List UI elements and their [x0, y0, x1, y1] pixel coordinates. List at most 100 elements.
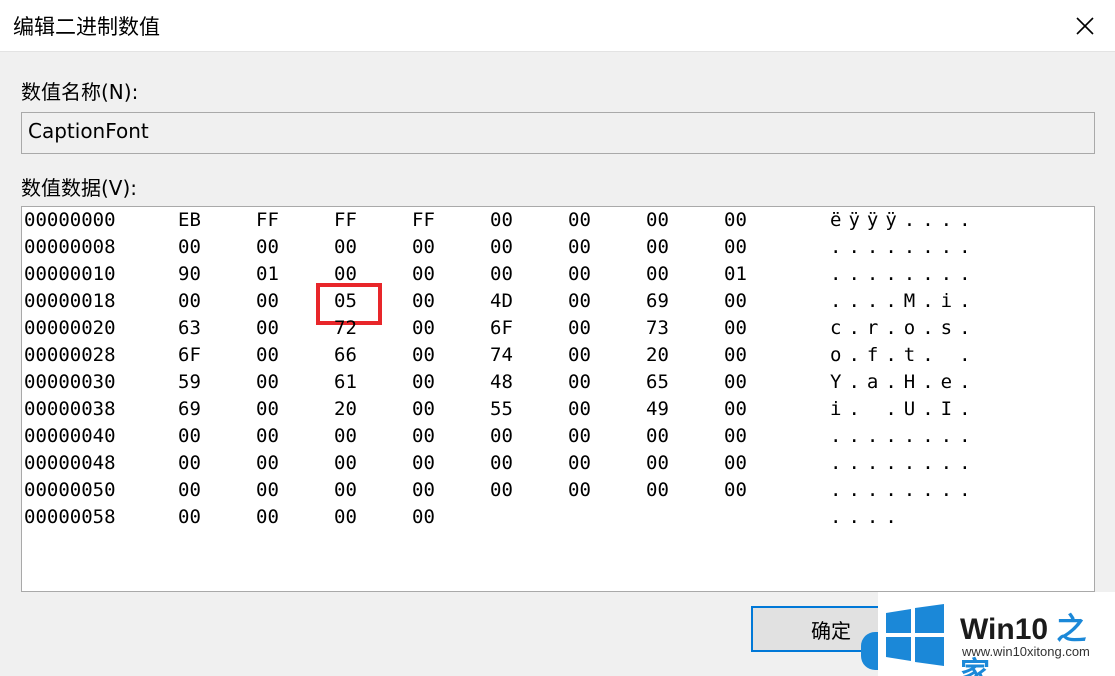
hex-byte[interactable]: 65 [646, 371, 669, 393]
hex-byte[interactable]: 66 [334, 344, 357, 366]
hex-byte[interactable]: 00 [724, 452, 747, 474]
hex-row[interactable]: 00000008 00 00 00 00 00 00 00 00........ [22, 234, 1094, 261]
hex-byte[interactable]: 00 [568, 290, 591, 312]
hex-row[interactable]: 00000048 00 00 00 00 00 00 00 00........ [22, 450, 1094, 477]
hex-byte[interactable]: 00 [568, 371, 591, 393]
hex-byte[interactable]: 00 [646, 452, 669, 474]
hex-byte[interactable]: 00 [646, 236, 669, 258]
hex-byte[interactable]: 00 [646, 479, 669, 501]
hex-row[interactable]: 00000030 59 00 61 00 48 00 65 00 Y.a.H.e. [22, 369, 1094, 396]
hex-byte[interactable]: 00 [412, 290, 435, 312]
hex-byte[interactable]: 00 [568, 425, 591, 447]
hex-byte[interactable]: 00 [724, 290, 747, 312]
hex-byte[interactable]: 00 [724, 317, 747, 339]
hex-byte[interactable]: 00 [490, 236, 513, 258]
hex-byte[interactable]: 00 [490, 479, 513, 501]
hex-byte[interactable]: 63 [178, 317, 201, 339]
hex-byte[interactable]: 00 [724, 479, 747, 501]
hex-byte[interactable]: FF [412, 209, 435, 231]
hex-row[interactable]: 00000010 90 01 00 00 00 00 00 01........ [22, 261, 1094, 288]
hex-byte[interactable]: 01 [724, 263, 747, 285]
hex-byte[interactable]: 00 [178, 290, 201, 312]
hex-byte[interactable]: 00 [178, 425, 201, 447]
hex-byte[interactable]: 74 [490, 344, 513, 366]
hex-byte[interactable]: 20 [646, 344, 669, 366]
hex-byte[interactable]: 00 [412, 506, 435, 528]
hex-editor[interactable]: 00000000 EB FF FF FF 00 00 00 00 ëÿÿÿ.... 00000008… [21, 206, 1095, 592]
hex-byte[interactable]: 00 [256, 398, 279, 420]
hex-byte[interactable]: 00 [178, 479, 201, 501]
hex-byte[interactable]: 55 [490, 398, 513, 420]
hex-byte[interactable]: 6F [490, 317, 513, 339]
hex-byte[interactable]: 00 [568, 263, 591, 285]
hex-byte[interactable]: 00 [490, 263, 513, 285]
hex-byte[interactable]: 00 [334, 479, 357, 501]
hex-byte[interactable]: 00 [256, 290, 279, 312]
hex-byte[interactable]: 00 [412, 344, 435, 366]
hex-byte[interactable]: 00 [256, 425, 279, 447]
hex-byte[interactable]: 59 [178, 371, 201, 393]
hex-byte[interactable]: 00 [724, 398, 747, 420]
hex-byte[interactable]: 20 [334, 398, 357, 420]
hex-byte[interactable]: 00 [256, 236, 279, 258]
hex-byte[interactable]: 6F [178, 344, 201, 366]
hex-byte[interactable]: 00 [568, 344, 591, 366]
hex-row[interactable]: 00000050 00 00 00 00 00 00 00 00........ [22, 477, 1094, 504]
hex-byte[interactable]: 00 [256, 371, 279, 393]
hex-byte[interactable]: 4D [490, 290, 513, 312]
hex-byte[interactable]: 00 [724, 209, 747, 231]
hex-byte[interactable]: 72 [334, 317, 357, 339]
hex-byte[interactable]: 69 [646, 290, 669, 312]
hex-row[interactable]: 00000000 EB FF FF FF 00 00 00 00 ëÿÿÿ.... [22, 207, 1094, 234]
hex-row[interactable]: 00000018 00 00 05 00 4D 00 69 00 ....M.i. [22, 288, 1094, 315]
hex-row[interactable]: 00000038 69 00 20 00 55 00 49 00 i. .U.I. [22, 396, 1094, 423]
hex-byte[interactable]: 00 [412, 452, 435, 474]
hex-row[interactable]: 00000040 00 00 00 00 00 00 00 00........ [22, 423, 1094, 450]
hex-byte[interactable]: 00 [412, 263, 435, 285]
hex-byte[interactable]: FF [256, 209, 279, 231]
hex-byte[interactable]: 00 [490, 452, 513, 474]
hex-byte[interactable]: 00 [490, 209, 513, 231]
hex-byte[interactable]: 00 [256, 479, 279, 501]
hex-byte[interactable]: 00 [334, 452, 357, 474]
hex-byte[interactable]: 49 [646, 398, 669, 420]
hex-byte[interactable]: 00 [334, 263, 357, 285]
hex-byte[interactable]: 00 [568, 398, 591, 420]
hex-byte[interactable]: 00 [334, 236, 357, 258]
hex-byte[interactable]: 00 [334, 425, 357, 447]
hex-byte[interactable]: 00 [568, 452, 591, 474]
hex-byte[interactable]: 00 [724, 344, 747, 366]
hex-byte[interactable]: 00 [412, 479, 435, 501]
hex-byte[interactable]: 00 [724, 236, 747, 258]
hex-byte[interactable]: 00 [178, 236, 201, 258]
hex-byte[interactable]: 48 [490, 371, 513, 393]
hex-byte[interactable]: 00 [256, 452, 279, 474]
hex-byte[interactable]: 00 [568, 479, 591, 501]
hex-row[interactable]: 00000058 00 00 00 00.... [22, 504, 1094, 531]
hex-byte[interactable]: 00 [646, 209, 669, 231]
hex-byte[interactable]: 00 [568, 209, 591, 231]
hex-byte[interactable]: 01 [256, 263, 279, 285]
hex-byte[interactable]: 00 [256, 506, 279, 528]
hex-byte[interactable]: 69 [178, 398, 201, 420]
hex-byte[interactable]: 00 [256, 317, 279, 339]
hex-byte[interactable]: 05 [334, 290, 357, 312]
hex-byte[interactable]: 00 [412, 398, 435, 420]
hex-byte[interactable]: 90 [178, 263, 201, 285]
hex-byte[interactable]: 00 [412, 317, 435, 339]
hex-byte[interactable]: 61 [334, 371, 357, 393]
hex-byte[interactable]: 00 [412, 425, 435, 447]
hex-row[interactable]: 00000020 63 00 72 00 6F 00 73 00 c.r.o.s. [22, 315, 1094, 342]
hex-byte[interactable]: 00 [724, 425, 747, 447]
hex-byte[interactable]: 00 [724, 371, 747, 393]
hex-byte[interactable]: 00 [334, 506, 357, 528]
hex-byte[interactable]: 00 [646, 263, 669, 285]
hex-byte[interactable]: EB [178, 209, 201, 231]
hex-row[interactable]: 00000028 6F 00 66 00 74 00 20 00 o.f.t. . [22, 342, 1094, 369]
hex-byte[interactable]: 00 [568, 236, 591, 258]
hex-byte[interactable]: 00 [490, 425, 513, 447]
close-button[interactable] [1055, 0, 1115, 52]
hex-byte[interactable]: 00 [412, 371, 435, 393]
hex-byte[interactable]: 00 [568, 317, 591, 339]
hex-byte[interactable]: 00 [646, 425, 669, 447]
